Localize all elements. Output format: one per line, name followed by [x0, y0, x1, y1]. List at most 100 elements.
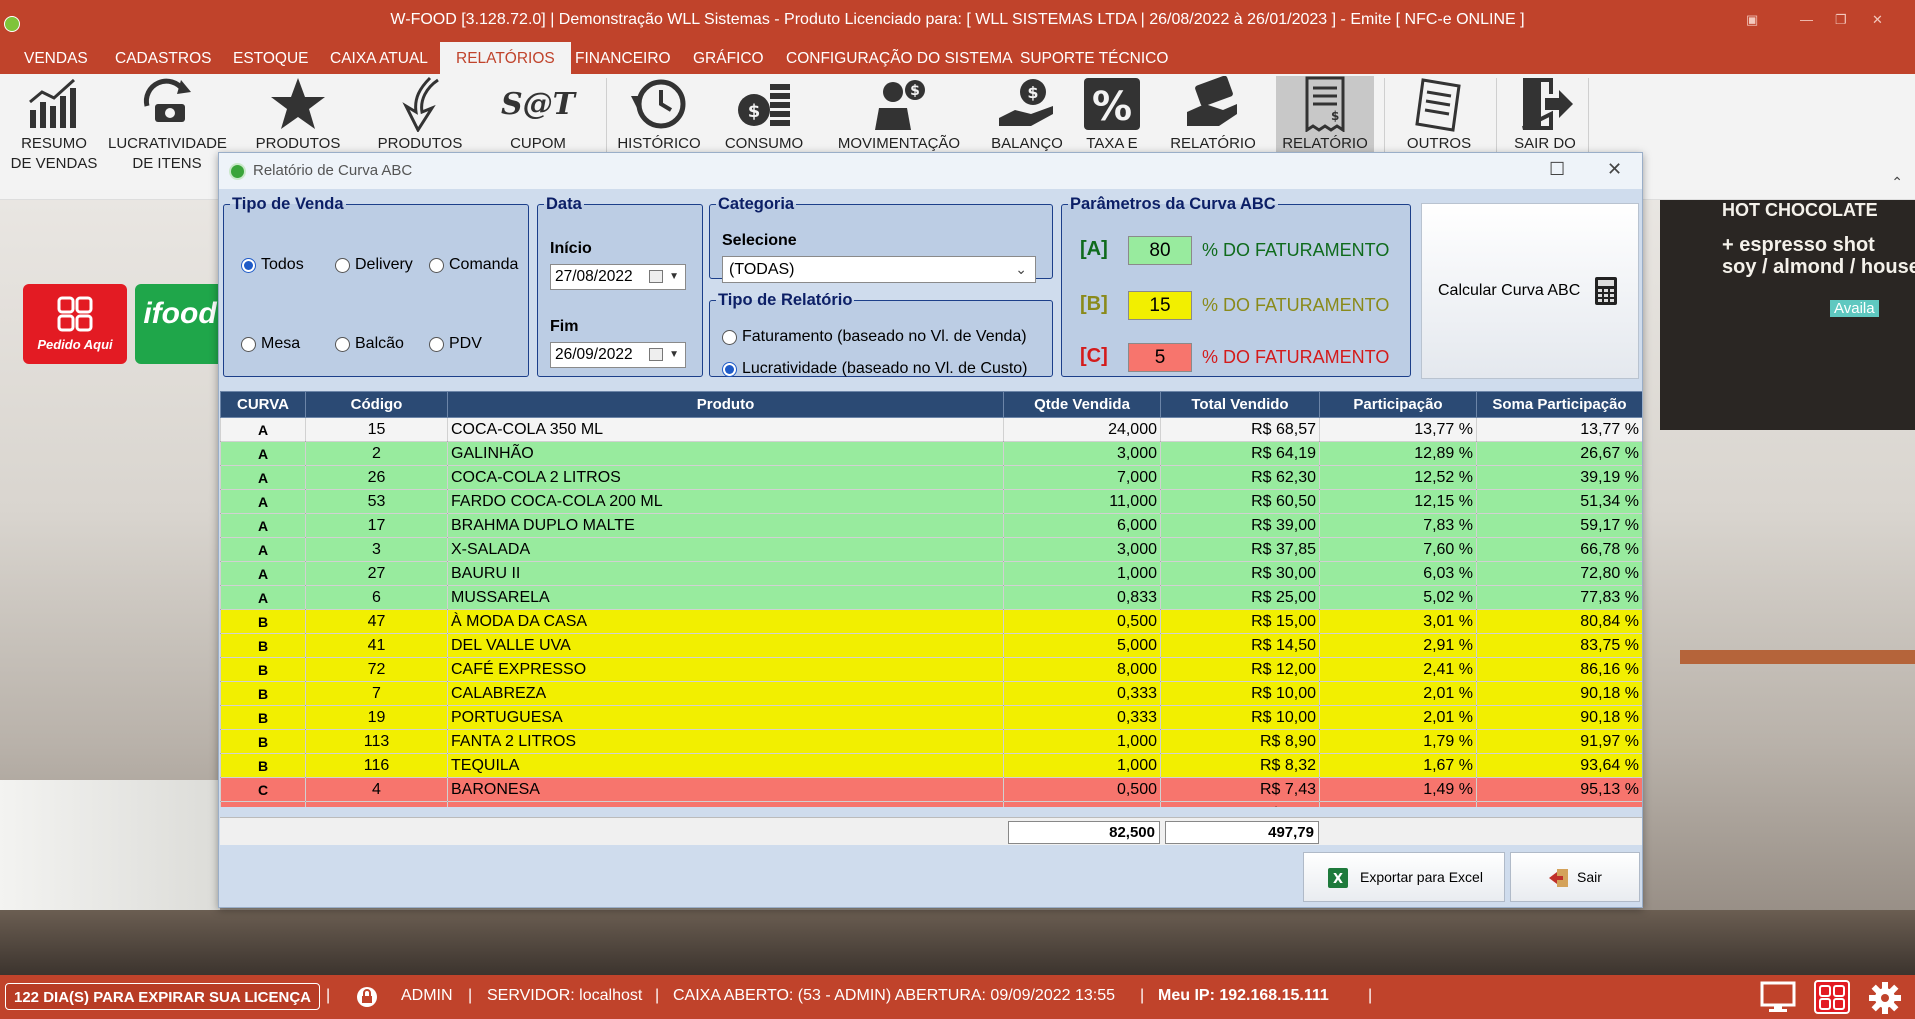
column-header-total[interactable]: Total Vendido — [1160, 391, 1320, 418]
radio-comanda[interactable] — [429, 258, 444, 273]
param-b-input[interactable]: 15 — [1128, 291, 1192, 320]
menu-relatorios[interactable]: RELATÓRIOS — [440, 42, 571, 74]
column-header-participacao[interactable]: Participação — [1319, 391, 1477, 418]
radio-comanda-label[interactable]: Comanda — [449, 256, 518, 274]
table-row[interactable]: B 72 CAFÉ EXPRESSO 8,000 R$ 12,00 2,41 % 86,16… — [220, 657, 1642, 682]
param-c-input[interactable]: 5 — [1128, 343, 1192, 372]
menu-suporte[interactable]: SUPORTE TÉCNICO — [1004, 42, 1184, 74]
ribbon-sair[interactable]: SAIR DO — [1504, 76, 1586, 154]
param-a-input[interactable]: 80 — [1128, 236, 1192, 265]
table-row[interactable]: B 7 CALABREZA 0,333 R$ 10,00 2,01 % 90,18 % — [220, 681, 1642, 706]
fim-label: Fim — [550, 318, 579, 335]
close-window-icon[interactable]: ✕ — [1872, 12, 1883, 28]
cell-curva: B — [220, 681, 306, 706]
table-row[interactable]: C 4 BARONESA 0,500 R$ 7,43 1,49 % 95,13 % — [220, 777, 1642, 802]
column-header-qtde[interactable]: Qtde Vendida — [1003, 391, 1161, 418]
radio-pdv[interactable] — [429, 337, 444, 352]
menu-configuracao[interactable]: CONFIGURAÇÃO DO SISTEMA — [770, 42, 1029, 74]
radio-lucratividade[interactable] — [722, 362, 737, 377]
radio-todos-label[interactable]: Todos — [261, 256, 304, 274]
radio-mesa-label[interactable]: Mesa — [261, 335, 300, 353]
radio-todos[interactable] — [241, 258, 256, 273]
chevron-down-icon[interactable]: ▼ — [669, 265, 679, 289]
ribbon-collapse-icon[interactable]: ⌃ — [1891, 174, 1903, 191]
chevron-down-icon[interactable]: ⌄ — [1015, 257, 1027, 282]
ribbon-resumo-vendas[interactable]: RESUMO DE VENDAS — [6, 76, 102, 174]
table-row[interactable]: A 2 GALINHÃO 3,000 R$ 64,19 12,89 % 26,67 % — [220, 441, 1642, 466]
ifood-tile[interactable]: ifood — [135, 284, 225, 364]
fim-date-picker[interactable]: 26/09/2022 ▼ — [550, 342, 686, 368]
pedido-aqui-logo-icon — [57, 296, 93, 332]
ribbon-lucratividade-itens[interactable]: LUCRATIVIDADE DE ITENS — [108, 76, 227, 174]
license-badge[interactable]: 122 DIA(S) PARA EXPIRAR SUA LICENÇA — [5, 983, 320, 1010]
table-row[interactable]: A 3 X-SALADA 3,000 R$ 37,85 7,60 % 66,78 % — [220, 537, 1642, 562]
exportar-excel-button[interactable]: X Exportar para Excel — [1303, 852, 1505, 902]
menu-financeiro[interactable]: FINANCEIRO — [559, 42, 687, 74]
ribbon-balanco[interactable]: $ BALANÇO — [986, 76, 1068, 154]
ribbon-produtos-2[interactable]: PRODUTOS — [370, 76, 470, 154]
menu-caixa-atual[interactable]: CAIXA ATUAL — [314, 42, 444, 74]
table-row[interactable]: A 26 COCA-COLA 2 LITROS 7,000 R$ 62,30 12,52 … — [220, 465, 1642, 490]
restore-icon[interactable]: ▣ — [1746, 12, 1758, 28]
cell-qtde: 2,000 — [1003, 801, 1161, 807]
ribbon-outros[interactable]: OUTROS — [1392, 76, 1486, 154]
status-caixa: CAIXA ABERTO: (53 - ADMIN) ABERTURA: 09/… — [673, 987, 1115, 1004]
status-bar: 122 DIA(S) PARA EXPIRAR SUA LICENÇA | AD… — [0, 975, 1915, 1019]
radio-balcao[interactable] — [335, 337, 350, 352]
table-row[interactable]: B 47 À MODA DA CASA 0,500 R$ 15,00 3,01 % 80,8… — [220, 609, 1642, 634]
calendar-icon[interactable] — [649, 348, 663, 361]
dialog-maximize-icon[interactable]: ☐ — [1549, 159, 1565, 180]
table-row[interactable]: B 41 DEL VALLE UVA 5,000 R$ 14,50 2,91 % 83,75… — [220, 633, 1642, 658]
table-header-row: CURVA Código Produto Qtde Vendida Total … — [220, 391, 1642, 418]
categoria-select[interactable]: (TODAS) ⌄ — [722, 256, 1036, 283]
curva-abc-table[interactable]: CURVA Código Produto Qtde Vendida Total … — [220, 391, 1642, 807]
cell-produto: DEL VALLE UVA — [447, 633, 1004, 658]
column-header-produto[interactable]: Produto — [447, 391, 1004, 418]
minimize-icon[interactable]: ― — [1800, 12, 1813, 27]
ribbon-taxa[interactable]: % TAXA E — [1076, 76, 1148, 154]
radio-delivery-label[interactable]: Delivery — [355, 256, 413, 274]
sair-button[interactable]: Sair — [1510, 852, 1640, 902]
gear-icon[interactable] — [1868, 981, 1902, 1015]
pedido-aqui-status-icon[interactable] — [1814, 980, 1850, 1014]
chevron-down-icon[interactable]: ▼ — [669, 343, 679, 367]
ribbon-consumo[interactable]: $ CONSUMO — [718, 76, 810, 154]
person-money-icon: $ — [875, 80, 925, 130]
table-row[interactable]: A 27 BAURU II 1,000 R$ 30,00 6,03 % 72,80 % — [220, 561, 1642, 586]
document-icon — [1415, 78, 1461, 132]
calcular-curva-button[interactable]: Calcular Curva ABC — [1421, 203, 1639, 379]
monitor-icon[interactable] — [1760, 981, 1796, 1013]
radio-balcao-label[interactable]: Balcão — [355, 335, 404, 353]
table-row[interactable]: B 19 PORTUGUESA 0,333 R$ 10,00 2,01 % 90,18 % — [220, 705, 1642, 730]
radio-mesa[interactable] — [241, 337, 256, 352]
menu-estoque[interactable]: ESTOQUE — [217, 42, 325, 74]
radio-pdv-label[interactable]: PDV — [449, 335, 482, 353]
table-row[interactable]: C10FANTA LARANJA 350 ML2,000R$ 5,081,02 … — [220, 801, 1642, 807]
ribbon-historico-label: HISTÓRICO — [617, 135, 701, 152]
radio-lucratividade-label[interactable]: Lucratividade (baseado no Vl. de Custo) — [742, 360, 1028, 378]
radio-delivery[interactable] — [335, 258, 350, 273]
radio-faturamento[interactable] — [722, 330, 737, 345]
ribbon-produtos-1[interactable]: PRODUTOS — [248, 76, 348, 154]
menu-cadastros[interactable]: CADASTROS — [99, 42, 227, 74]
cell-participacao: 2,01 % — [1319, 681, 1477, 706]
column-header-codigo[interactable]: Código — [305, 391, 448, 418]
inicio-date-picker[interactable]: 27/08/2022 ▼ — [550, 264, 686, 290]
table-row[interactable]: A 53 FARDO COCA-COLA 200 ML 11,000 R$ 60,50 1… — [220, 489, 1642, 514]
column-header-soma[interactable]: Soma Participação — [1476, 391, 1642, 418]
table-row[interactable]: B 113 FANTA 2 LITROS 1,000 R$ 8,90 1,79 % 91,9… — [220, 729, 1642, 754]
maximize-icon[interactable]: ❐ — [1835, 12, 1847, 28]
table-row[interactable]: A 15 COCA-COLA 350 ML 24,000 R$ 68,57 13,77 %… — [220, 417, 1642, 442]
radio-faturamento-label[interactable]: Faturamento (baseado no Vl. de Venda) — [742, 328, 1027, 346]
menu-grafico[interactable]: GRÁFICO — [677, 42, 780, 74]
table-row[interactable]: A 6 MUSSARELA 0,833 R$ 25,00 5,02 % 77,83 % — [220, 585, 1642, 610]
column-header-curva[interactable]: CURVA — [220, 391, 306, 418]
table-row[interactable]: B 116 TEQUILA 1,000 R$ 8,32 1,67 % 93,64 % — [220, 753, 1642, 778]
menu-vendas[interactable]: VENDAS — [8, 42, 104, 74]
dialog-close-icon[interactable]: ✕ — [1607, 159, 1622, 180]
pedido-aqui-tile[interactable]: Pedido Aqui — [23, 284, 127, 364]
ribbon-historico[interactable]: HISTÓRICO — [614, 76, 704, 154]
calendar-icon[interactable] — [649, 270, 663, 283]
table-row[interactable]: A 17 BRAHMA DUPLO MALTE 6,000 R$ 39,00 7,83 %… — [220, 513, 1642, 538]
cell-curva: A — [220, 489, 306, 514]
